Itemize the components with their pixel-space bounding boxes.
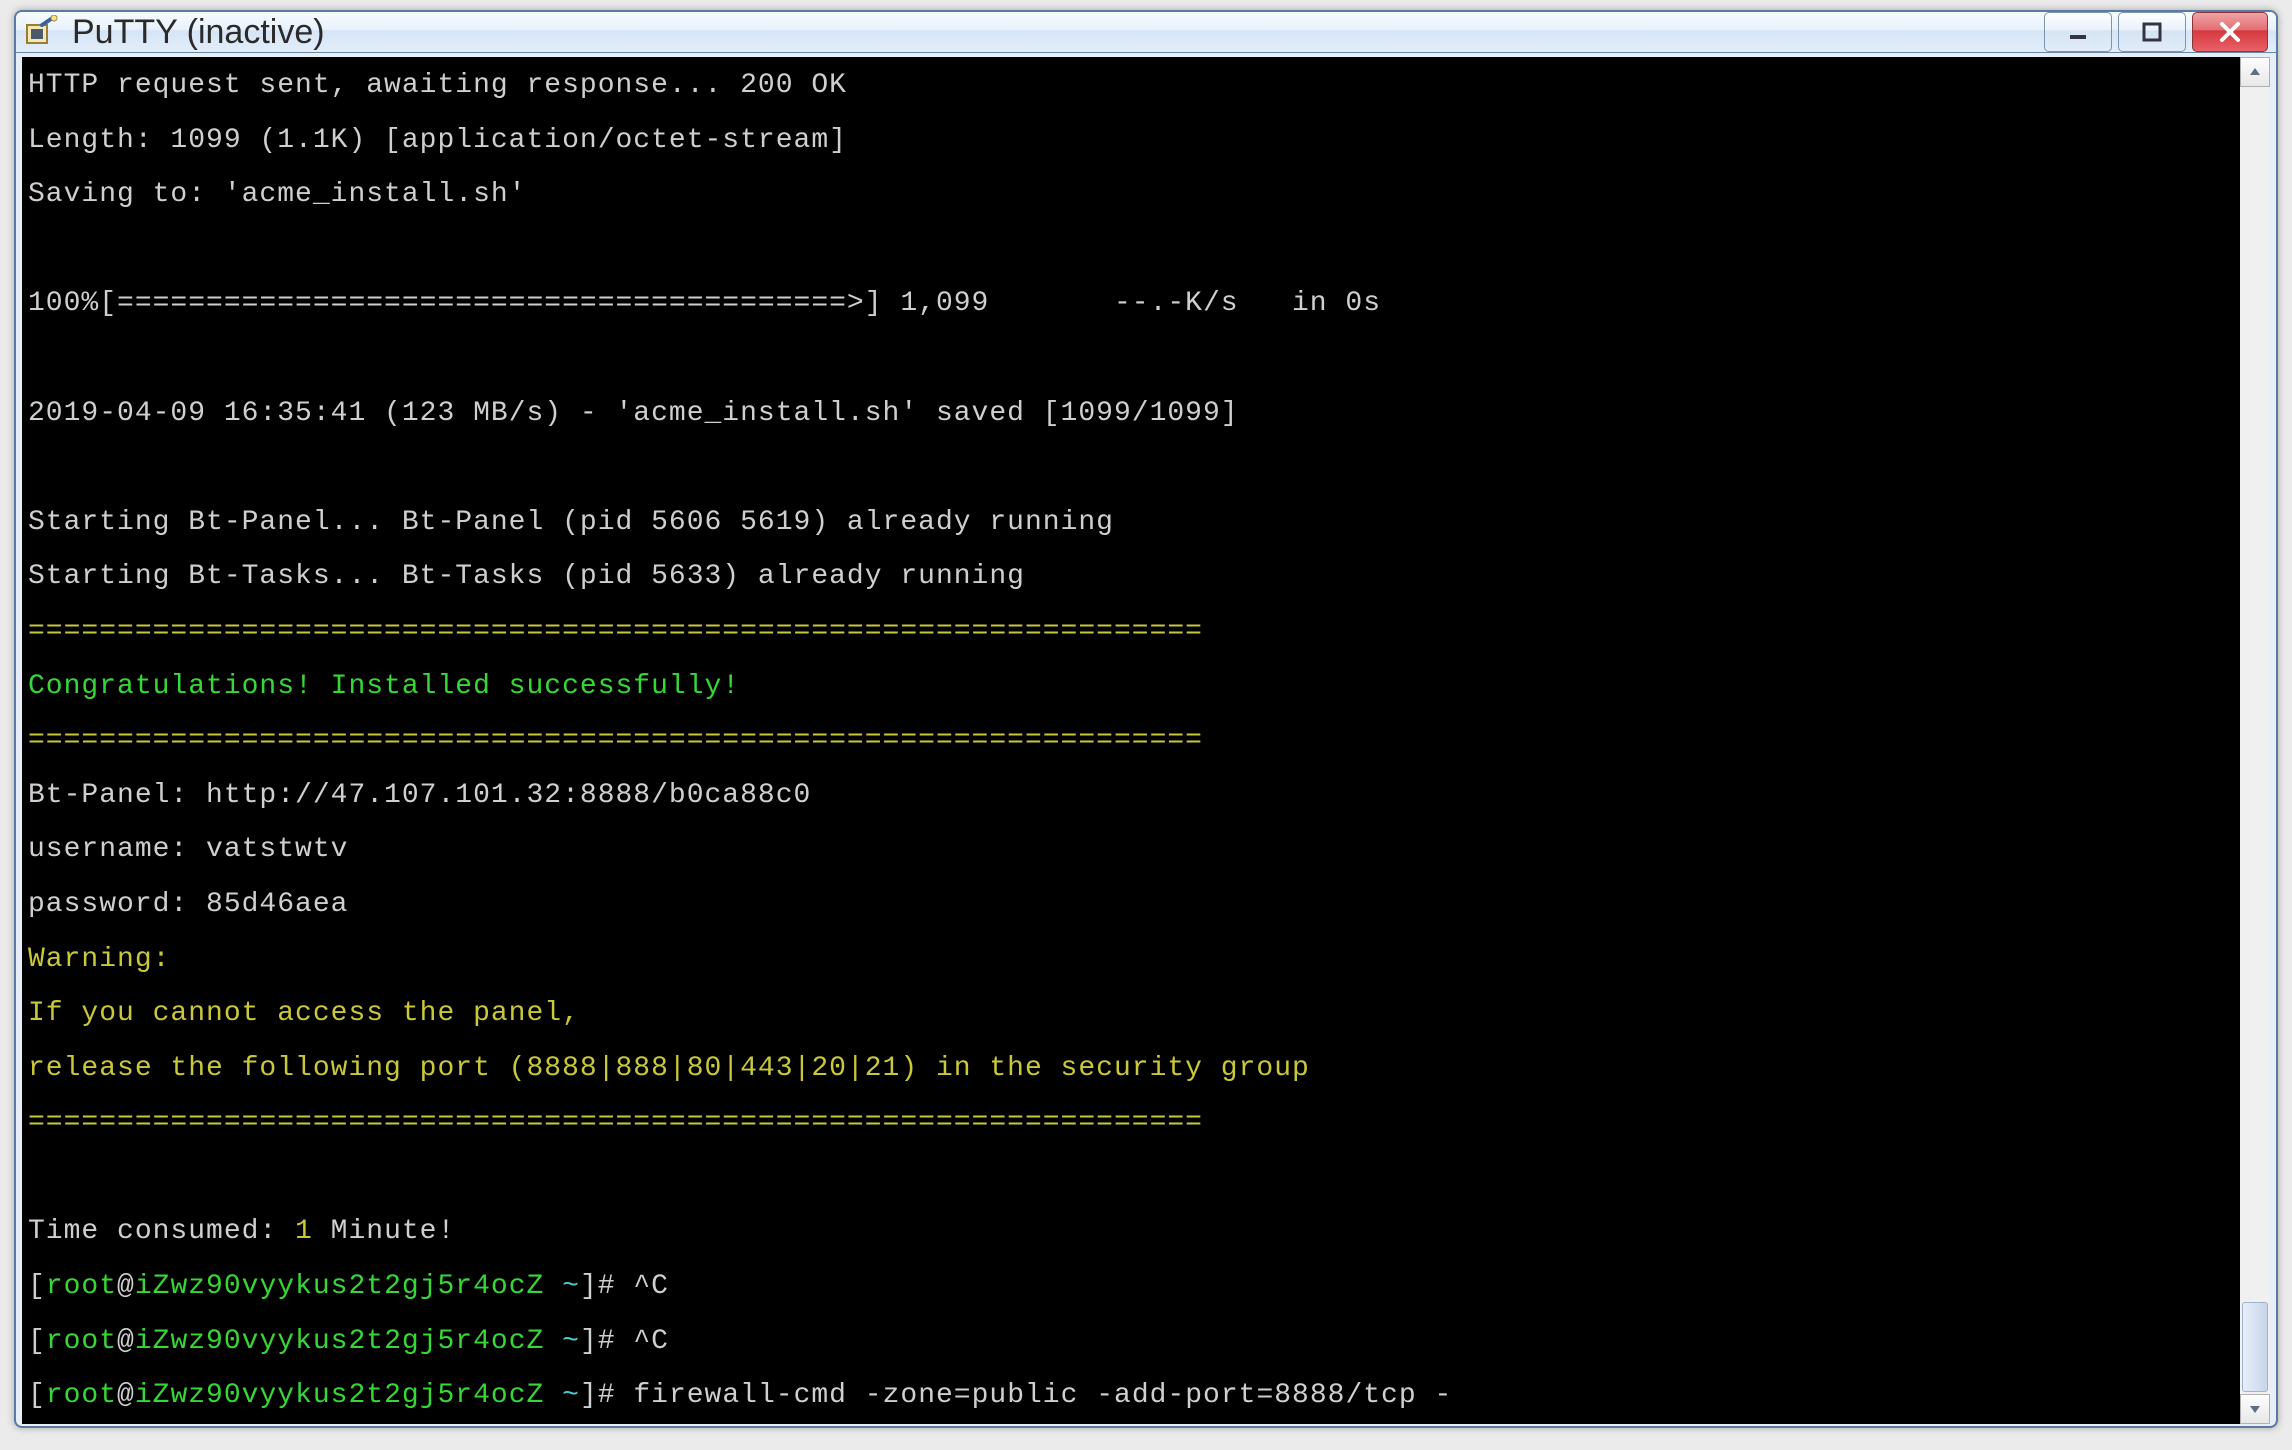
scrollbar[interactable] [2240, 57, 2270, 1424]
terminal-line: [root@iZwz90vyykus2t2gj5r4ocZ ~]# firewa… [28, 1369, 2234, 1424]
terminal-line: password: 85d46aea [28, 878, 2234, 933]
terminal-text [544, 1380, 562, 1411]
terminal-text: ========================================… [28, 616, 1203, 647]
window-title: PuTTY (inactive) [72, 13, 2044, 52]
terminal-text: ========================================… [28, 1107, 1203, 1138]
terminal-text [544, 1326, 562, 1357]
terminal-text: ]# ^C [580, 1326, 669, 1357]
terminal-text: Warning: [28, 944, 170, 975]
terminal-text: ~ [562, 1326, 580, 1357]
terminal-text: [ [28, 1271, 46, 1302]
scroll-track[interactable] [2240, 87, 2270, 1394]
title-bar[interactable]: PuTTY (inactive) [16, 12, 2276, 53]
terminal-text: Starting Bt-Panel... Bt-Panel (pid 5606 … [28, 507, 1114, 538]
terminal-line: ========================================… [28, 1096, 2234, 1151]
terminal-line: username: vatstwtv [28, 823, 2234, 878]
terminal-line: Saving to: 'acme_install.sh' [28, 168, 2234, 223]
terminal-line: ========================================… [28, 714, 2234, 769]
terminal-line: Time consumed: 1 Minute! [28, 1205, 2234, 1260]
terminal-line: [root@iZwz90vyykus2t2gj5r4ocZ ~]# ^C [28, 1315, 2234, 1370]
maximize-button[interactable] [2118, 12, 2186, 52]
terminal-text: ]# ^C [580, 1271, 669, 1302]
scroll-up-button[interactable] [2240, 57, 2270, 87]
terminal-text: release the following port (8888|888|80|… [28, 1053, 1310, 1084]
terminal-text: iZwz90vyykus2t2gj5r4ocZ [135, 1326, 544, 1357]
terminal-text: root [46, 1271, 117, 1302]
terminal-line [28, 441, 2234, 496]
terminal-text: iZwz90vyykus2t2gj5r4ocZ [135, 1380, 544, 1411]
terminal-text: root [46, 1380, 117, 1411]
terminal-output[interactable]: HTTP request sent, awaiting response... … [22, 57, 2240, 1424]
terminal-line: Length: 1099 (1.1K) [application/octet-s… [28, 114, 2234, 169]
terminal-text: Starting Bt-Tasks... Bt-Tasks (pid 5633)… [28, 561, 1025, 592]
terminal-text [544, 1271, 562, 1302]
terminal-line [28, 223, 2234, 278]
terminal-line: [root@iZwz90vyykus2t2gj5r4ocZ ~]# ^C [28, 1260, 2234, 1315]
terminal-line: ========================================… [28, 605, 2234, 660]
terminal-text: 2019-04-09 16:35:41 (123 MB/s) - 'acme_i… [28, 398, 1239, 429]
terminal-text: [ [28, 1380, 46, 1411]
terminal-text: @ [117, 1326, 135, 1357]
window-control-group [2044, 12, 2268, 52]
terminal-text: 1 [295, 1216, 313, 1247]
terminal-text: Saving to: 'acme_install.sh' [28, 179, 526, 210]
terminal-text: Length: 1099 (1.1K) [application/octet-s… [28, 125, 847, 156]
terminal-text: password: 85d46aea [28, 889, 348, 920]
terminal-text: @ [117, 1380, 135, 1411]
terminal-line: HTTP request sent, awaiting response... … [28, 59, 2234, 114]
terminal-line: 2019-04-09 16:35:41 (123 MB/s) - 'acme_i… [28, 387, 2234, 442]
terminal-text: If you cannot access the panel, [28, 998, 598, 1029]
terminal-text: Congratulations! Installed successfully! [28, 671, 740, 702]
terminal-line: Bt-Panel: http://47.107.101.32:8888/b0ca… [28, 769, 2234, 824]
terminal-text: Time consumed: [28, 1216, 295, 1247]
putty-icon [24, 15, 58, 49]
terminal-text: ========================================… [28, 725, 1203, 756]
scroll-down-button[interactable] [2240, 1394, 2270, 1424]
terminal-text: 100%[===================================… [28, 288, 1381, 319]
terminal-text: ~ [562, 1271, 580, 1302]
terminal-line: release the following port (8888|888|80|… [28, 1042, 2234, 1097]
terminal-text: Bt-Panel: http://47.107.101.32:8888/b0ca… [28, 780, 811, 811]
putty-window: PuTTY (inactive) HTTP request sent, awai… [14, 10, 2278, 1428]
close-button[interactable] [2192, 12, 2268, 52]
scroll-thumb[interactable] [2242, 1302, 2268, 1392]
minimize-button[interactable] [2044, 12, 2112, 52]
terminal-line: 100%[===================================… [28, 277, 2234, 332]
terminal-line: Starting Bt-Panel... Bt-Panel (pid 5606 … [28, 496, 2234, 551]
terminal-frame: HTTP request sent, awaiting response... … [16, 53, 2276, 1428]
terminal-text: [ [28, 1326, 46, 1357]
terminal-line: Congratulations! Installed successfully! [28, 660, 2234, 715]
terminal-text: username: vatstwtv [28, 834, 348, 865]
terminal-line [28, 1151, 2234, 1206]
terminal-text: root [46, 1326, 117, 1357]
terminal-line: If you cannot access the panel, [28, 987, 2234, 1042]
terminal-text: Minute! [313, 1216, 455, 1247]
terminal-text: ]# firewall-cmd -zone=public -add-port=8… [580, 1380, 1452, 1411]
terminal-text: @ [117, 1271, 135, 1302]
terminal-text: ~ [562, 1380, 580, 1411]
terminal-line: Warning: [28, 933, 2234, 988]
terminal-text: HTTP request sent, awaiting response... … [28, 70, 847, 101]
terminal-line: Starting Bt-Tasks... Bt-Tasks (pid 5633)… [28, 550, 2234, 605]
terminal-line [28, 332, 2234, 387]
terminal-text: iZwz90vyykus2t2gj5r4ocZ [135, 1271, 544, 1302]
